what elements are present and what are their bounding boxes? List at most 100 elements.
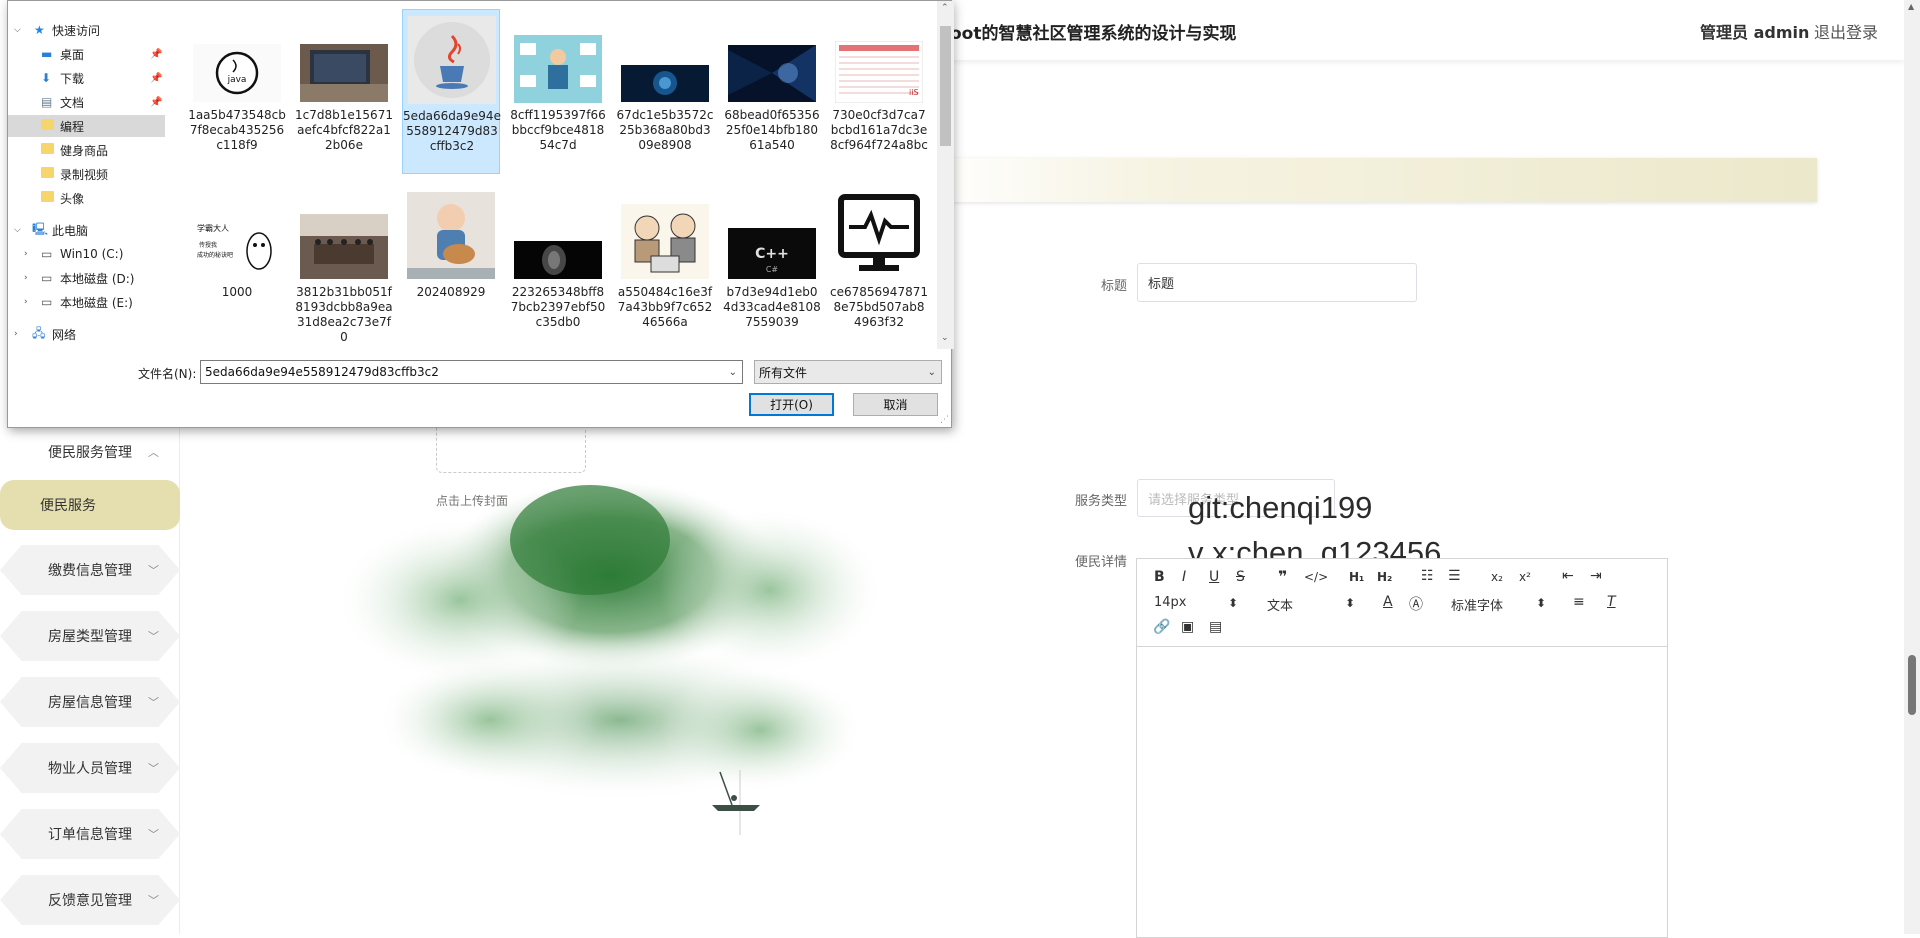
logout-link[interactable]: 退出登录 [1814,19,1878,43]
strikethrough-icon[interactable]: S [1236,569,1245,585]
italic-icon[interactable]: I [1182,569,1186,585]
rich-text-editor[interactable]: B I U S ❞ </> H₁ H₂ ☷ ☰ x₂ x² ⇤ ⇥ 14px ⬍… [1136,558,1668,938]
file-item[interactable]: a550484c16e3f7a43bb9f7c65246566a [616,184,714,349]
svg-text:成功的秘诀吧: 成功的秘诀吧 [197,251,233,259]
sidebar-item-convenience-management[interactable]: 便民服务管理 ︿ [0,427,180,477]
file-name: 67dc1e5b3572c25b368a80bd309e8908 [616,108,714,152]
chevron-right-icon[interactable]: › [14,329,18,339]
file-item[interactable]: C++ C# b7d3e94d1eb04d33cad4e81087559039 [723,184,821,349]
file-item[interactable]: 1c7d8b1e15671aefc4bfcf822a12b06e [295,9,393,174]
sidebar-item-label: 房屋信息管理 [48,695,132,711]
scroll-up-icon[interactable]: ▲ [1908,2,1914,11]
expand-arrow-icon[interactable]: ⌵ [14,25,21,35]
page-scrollbar[interactable]: ▲ [1904,0,1920,934]
file-item[interactable]: 67dc1e5b3572c25b368a80bd309e8908 [616,9,714,174]
bullet-list-icon[interactable]: ☰ [1448,568,1461,584]
superscript-icon[interactable]: x² [1519,570,1531,584]
file-list-scrollbar[interactable]: ⌃ ⌄ [937,1,954,349]
nav-this-pc[interactable]: ⌵ 🖳 此电脑 [8,219,165,241]
ai-brain-thumbnail [621,65,709,102]
scroll-up-icon[interactable]: ⌃ [941,3,949,13]
chevron-down-icon: ﹀ [148,564,159,577]
font-size-select[interactable]: 14px [1154,595,1187,610]
font-family-select[interactable]: 标准字体 [1451,595,1503,614]
resize-grip-icon[interactable]: ⋰ [940,415,949,425]
file-item[interactable]: ce67856947871 8e75bd507ab84963f32 [830,184,928,349]
file-item[interactable]: 223265348bff87bcb2397ebf50c35db0 [509,184,607,349]
sidebar-item-payment[interactable]: 缴费信息管理 ﹀ [0,545,180,595]
underline-icon[interactable]: U [1209,569,1219,585]
file-item[interactable]: java 1aa5b473548cb7f8ecab435256c118f9 [188,9,286,174]
file-item[interactable]: 8cff1195397f66bbccf9bce481854c7d [509,9,607,174]
title-label: 标题 [1100,279,1127,294]
sidebar-item-feedback[interactable]: 反馈意见管理 ﹀ [0,875,180,925]
nav-programming[interactable]: 编程 [8,115,165,137]
svg-text:iiS: iiS [909,88,919,97]
chevron-right-icon[interactable]: › [24,249,28,259]
sidebar-item-orders[interactable]: 订单信息管理 ﹀ [0,809,180,859]
outdent-icon[interactable]: ⇤ [1562,568,1574,584]
heading2-icon[interactable]: H₂ [1377,570,1392,584]
file-item[interactable]: 3812b31bb051f8193dcbb8a9ea31d8ea2c73e7f0 [295,184,393,349]
nav-quick-access[interactable]: ⌵ ★ 快速访问 [8,19,165,41]
nav-label: 此电脑 [52,223,89,238]
scroll-down-icon[interactable]: ⌄ [941,333,949,343]
background-color-icon[interactable]: Ⓐ [1409,594,1423,614]
chevron-right-icon[interactable]: › [24,273,28,283]
nav-avatar[interactable]: 头像 [8,187,165,209]
ordered-list-icon[interactable]: ☷ [1421,568,1434,584]
nav-network[interactable]: › 🖧 网络 [8,323,165,345]
open-button[interactable]: 打开(O) [749,393,834,416]
nav-drive-d[interactable]: › ▭ 本地磁盘 (D:) [8,267,165,289]
file-name: 68bead0f6535625f0e14bfb18061a540 [724,108,820,152]
file-item[interactable]: 202408929 [402,184,500,349]
nav-drive-e[interactable]: › ▭ 本地磁盘 (E:) [8,291,165,313]
nav-desktop[interactable]: ▬ 桌面 📌 [8,43,165,65]
nav-fitness-goods[interactable]: 健身商品 [8,139,165,161]
filetype-select[interactable]: 所有文件 ⌄ [754,360,942,384]
sidebar-item-property-staff[interactable]: 物业人员管理 ﹀ [0,743,180,793]
sidebar-item-house-info[interactable]: 房屋信息管理 ﹀ [0,677,180,727]
clear-format-icon[interactable]: T [1607,594,1616,610]
file-item[interactable]: 68bead0f6535625f0e14bfb18061a540 [723,9,821,174]
file-name: 1000 [221,285,253,299]
sidebar-item-house-type[interactable]: 房屋类型管理 ﹀ [0,611,180,661]
nav-downloads[interactable]: ⬇ 下载 📌 [8,67,165,89]
video-icon[interactable]: ▤ [1209,619,1222,635]
indent-icon[interactable]: ⇥ [1590,568,1602,584]
editor-toolbar: B I U S ❞ </> H₁ H₂ ☷ ☰ x₂ x² ⇤ ⇥ 14px ⬍… [1137,559,1667,647]
navigation-pane: ⌵ ★ 快速访问 ▬ 桌面 📌 ⬇ 下载 📌 ▤ 文档 📌 编程 健身商品 录制… [8,11,165,351]
code-block-icon[interactable]: </> [1304,570,1328,584]
link-icon[interactable]: 🔗 [1153,619,1170,635]
watermark-git: git:chenqi199 [1188,490,1373,525]
nav-recorded-videos[interactable]: 录制视频 [8,163,165,185]
block-type-select[interactable]: 文本 [1267,595,1293,614]
chevron-right-icon[interactable]: › [24,297,28,307]
cancel-button[interactable]: 取消 [853,393,938,416]
folder-icon [41,167,54,181]
title-input[interactable]: 标题 [1137,263,1417,302]
font-color-icon[interactable]: A [1383,594,1393,610]
image-icon[interactable]: ▣ [1181,619,1194,635]
nav-documents[interactable]: ▤ 文档 📌 [8,91,165,113]
page-scroll-thumb[interactable] [1908,655,1916,715]
blockquote-icon[interactable]: ❞ [1278,567,1287,586]
align-icon[interactable]: ≡ [1573,594,1585,610]
expand-arrow-icon[interactable]: ⌵ [14,225,21,235]
font-size-arrows-icon: ⬍ [1228,596,1239,610]
svg-text:传授我: 传授我 [199,241,217,249]
filename-input[interactable]: 5eda66da9e94e558912479d83cffb3c2 ⌄ [200,360,743,384]
subscript-icon[interactable]: x₂ [1491,570,1503,584]
nav-drive-c[interactable]: › ▭ Win10 (C:) [8,243,165,265]
file-list-scroll-thumb[interactable] [940,26,951,146]
heading1-icon[interactable]: H₁ [1349,570,1364,584]
chevron-down-icon[interactable]: ⌄ [729,367,737,378]
sidebar-item-convenience-service[interactable]: 便民服务 [0,480,180,530]
file-item[interactable]: iiS 730e0cf3d7ca7bcbd161a7dc3e8cf964f724… [830,9,928,174]
file-item[interactable]: 学霸大人 传授我 成功的秘诀吧 1000 [188,184,286,349]
bold-icon[interactable]: B [1154,569,1165,585]
pin-icon: 📌 [150,48,163,60]
file-item-selected[interactable]: 5eda66da9e94e558912479d83cffb3c2 [402,9,501,174]
chevron-up-icon: ︿ [148,446,159,459]
child-guitar-thumbnail [407,192,495,279]
